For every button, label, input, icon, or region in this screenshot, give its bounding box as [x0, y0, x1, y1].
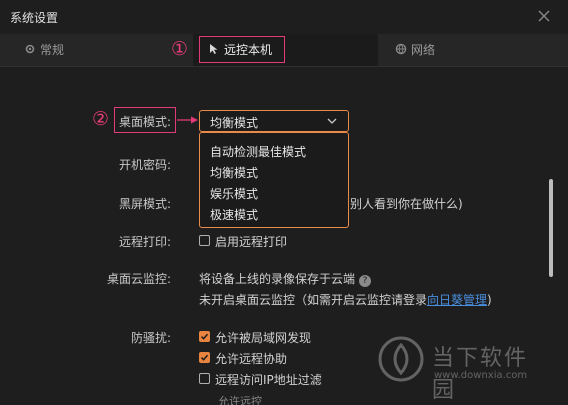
remote-print-label: 远程打印:: [119, 235, 172, 249]
scrollbar-thumb[interactable]: [549, 179, 553, 277]
black-screen-label: 黑屏模式:: [119, 197, 172, 211]
dropdown-option-balanced[interactable]: 均衡模式: [210, 164, 258, 181]
tab-general-label: 常规: [40, 43, 65, 57]
tab-remote-label: 远控本机: [224, 43, 273, 57]
boot-password-label: 开机密码:: [119, 158, 172, 172]
desktop-mode-label: 桌面模式:: [119, 115, 172, 129]
desktop-mode-dropdown: 自动检测最佳模式 均衡模式 娱乐模式 极速模式: [199, 132, 349, 228]
tab-bar: 常规 远控本机 网络: [0, 34, 568, 67]
lan-discovery-checkbox[interactable]: [199, 331, 210, 342]
remote-assist-checkbox[interactable]: [199, 352, 210, 363]
dropdown-option-auto[interactable]: 自动检测最佳模式: [210, 143, 306, 160]
remote-print-checkbox[interactable]: [199, 235, 210, 246]
tab-network[interactable]: 网络: [395, 34, 435, 66]
lan-discovery-label: 允许被局域网发现: [215, 331, 312, 345]
tab-general[interactable]: 常规: [24, 34, 64, 66]
remote-print-checkbox-label: 启用远程打印: [215, 235, 288, 249]
tab-remote-control[interactable]: 远控本机: [193, 34, 378, 66]
gear-icon: [24, 35, 36, 54]
help-icon[interactable]: ?: [359, 275, 372, 287]
desktop-mode-select[interactable]: 均衡模式: [199, 110, 349, 132]
cloud-monitor-line1: 将设备上线的录像保存于云端?: [199, 270, 372, 287]
check-icon: [200, 354, 209, 361]
remote-assist-label: 允许远程协助: [215, 352, 288, 366]
sunlogin-manage-link[interactable]: 向日葵管理: [427, 293, 487, 307]
settings-window: 系统设置 常规 远控本机 网络 ① ② 桌面模式: 均衡模式 自动检测最佳模式 …: [0, 0, 568, 405]
remote-cursor-icon: [208, 38, 220, 54]
title-bar: 系统设置: [0, 0, 568, 34]
anti-disturb-label: 防骚扰:: [131, 331, 172, 345]
dropdown-option-speed[interactable]: 极速模式: [210, 206, 258, 223]
desktop-mode-selected: 均衡模式: [210, 116, 259, 130]
annotation-two: ②: [92, 108, 110, 130]
watermark: 当下软件园 www.downxia.com: [378, 330, 548, 403]
downxia-logo-icon: [378, 336, 424, 382]
close-icon[interactable]: [536, 8, 552, 24]
tab-remote-highlight: 远控本机: [199, 36, 285, 63]
annotation-one: ①: [171, 38, 189, 60]
globe-icon: [395, 35, 407, 55]
chevron-down-icon: [326, 115, 338, 130]
cloud-monitor-line2: 未开启桌面云监控（如需开启云监控请登录向日葵管理): [199, 293, 492, 307]
black-screen-description: 别人看到你在做什么): [350, 197, 463, 211]
arrow-icon: [177, 116, 198, 124]
dropdown-option-entertainment[interactable]: 娱乐模式: [210, 185, 258, 202]
tab-network-label: 网络: [411, 43, 436, 57]
cloud-monitor-label: 桌面云监控:: [107, 272, 172, 286]
ip-filter-label: 远程访问IP地址过滤: [215, 373, 322, 387]
watermark-url: www.downxia.com: [434, 370, 528, 381]
next-option-partial: 允许远控: [218, 395, 262, 405]
ip-filter-checkbox[interactable]: [199, 373, 210, 384]
window-title: 系统设置: [10, 11, 59, 25]
check-icon: [200, 333, 209, 340]
